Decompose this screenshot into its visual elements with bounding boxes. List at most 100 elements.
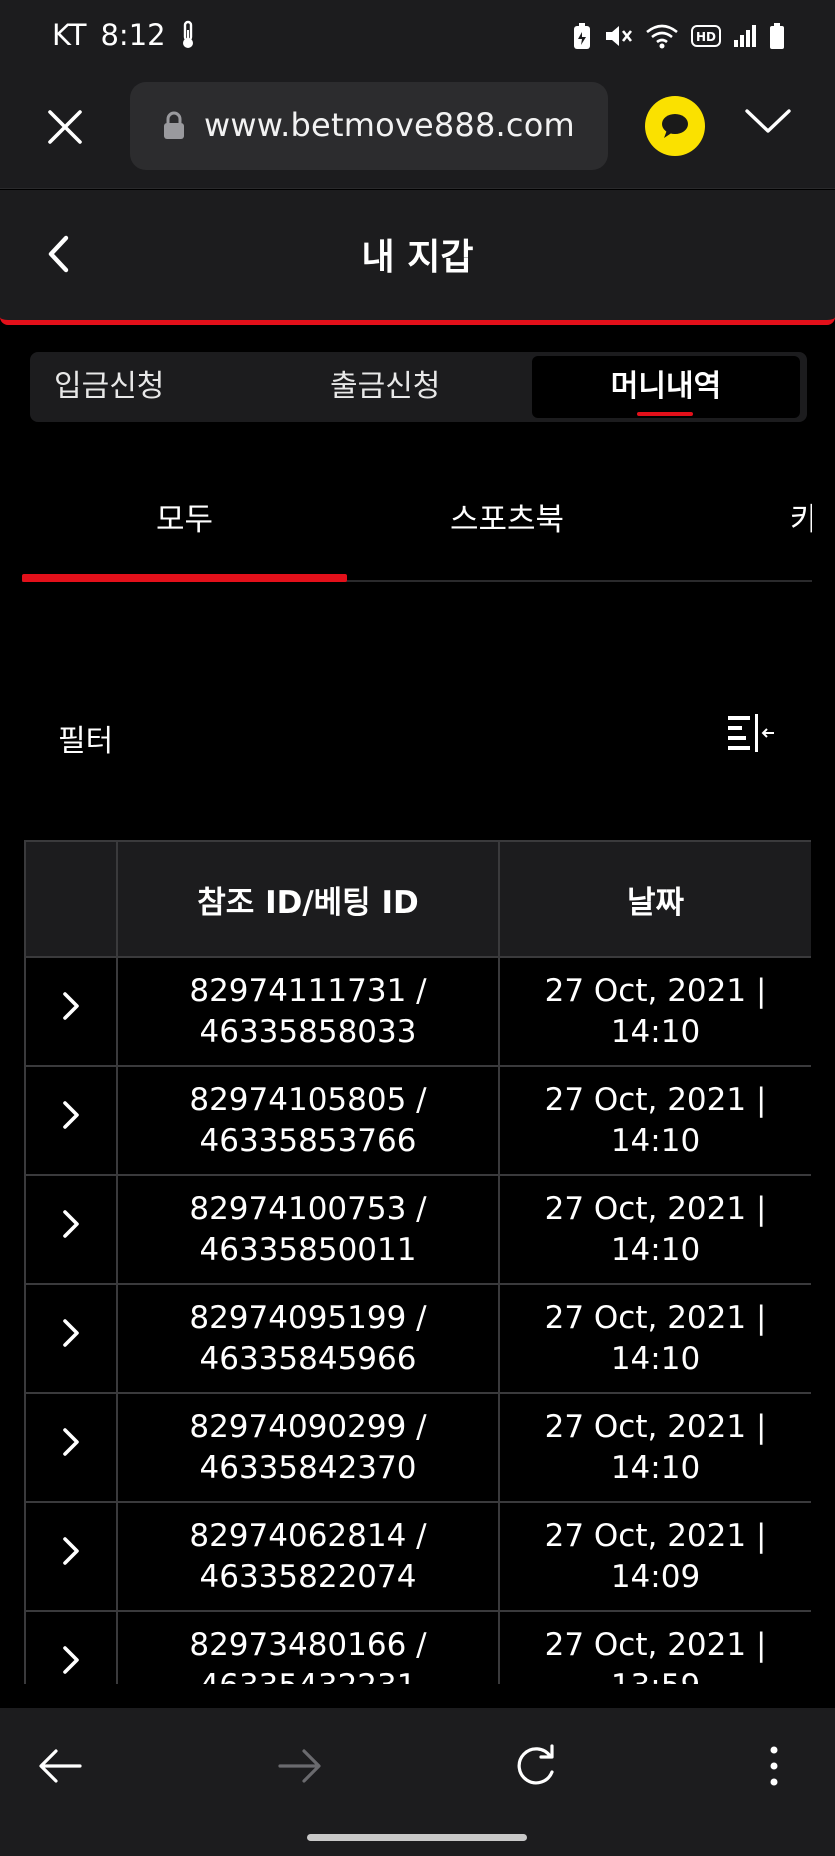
history-table: 참조 ID/베팅 ID 날짜 82974111731 / 46335858033 …	[24, 840, 811, 1684]
more-options-button[interactable]	[766, 1744, 782, 1792]
browser-toolbar: www.betmove888.com	[0, 76, 835, 189]
row-expand-button[interactable]	[24, 1392, 118, 1503]
row-expand-button[interactable]	[24, 1283, 118, 1394]
row-expand-button[interactable]	[24, 1501, 118, 1612]
row-expand-button[interactable]	[24, 1065, 118, 1176]
table-row[interactable]: 82974090299 / 46335842370 27 Oct, 2021 | 1…	[24, 1392, 811, 1503]
date-cell: 27 Oct, 2021 | 14:10	[498, 956, 811, 1067]
page-title: 내 지갑	[361, 237, 474, 278]
bet-id: 46335822074	[199, 1558, 417, 1595]
tab-withdraw-request[interactable]: 출금신청	[330, 356, 440, 418]
date: 27 Oct, 2021 |	[544, 1299, 767, 1336]
table-row[interactable]: 82973480166 / 46335432231 27 Oct, 2021 | 1…	[24, 1610, 811, 1685]
tab-money-history-label: 머니내역	[610, 369, 722, 404]
row-expand-button[interactable]	[24, 1610, 118, 1684]
clock: 8:12	[100, 18, 166, 52]
signal-icon	[734, 25, 756, 47]
tab-casino-partial[interactable]: 카	[790, 494, 812, 539]
money-history-table: 참조 ID/베팅 ID 날짜 82974111731 / 46335858033 …	[24, 840, 811, 1684]
ref-id: 82974105805 /	[189, 1081, 427, 1118]
tab-deposit-request[interactable]: 입금신청	[54, 356, 164, 418]
time: 13:59	[501, 1666, 810, 1685]
table-row[interactable]: 82974062814 / 46335822074 27 Oct, 2021 | 1…	[24, 1501, 811, 1612]
nav-forward-button[interactable]	[276, 1746, 324, 1790]
filter-label: 필터	[58, 724, 114, 759]
arrow-right-icon	[278, 1749, 321, 1783]
chevron-right-icon	[63, 992, 79, 1020]
hd-icon: HD	[691, 25, 721, 47]
status-bar: KT 8:12 HD	[0, 0, 835, 76]
row-expand-button[interactable]	[24, 956, 118, 1067]
date-cell: 27 Oct, 2021 | 14:10	[498, 1392, 811, 1503]
table-row[interactable]: 82974095199 / 46335845966 27 Oct, 2021 | 1…	[24, 1283, 811, 1394]
status-right: HD	[573, 22, 785, 50]
date: 27 Oct, 2021 |	[544, 1190, 767, 1227]
time: 14:10	[610, 1340, 701, 1377]
wallet-segment-tabs: 입금신청 출금신청 머니내역	[30, 352, 807, 422]
time: 14:10	[610, 1231, 701, 1268]
browser-bottom-nav	[0, 1708, 835, 1856]
date: 27 Oct, 2021 |	[544, 972, 767, 1009]
table-row[interactable]: 82974111731 / 46335858033 27 Oct, 2021 | 1…	[24, 956, 811, 1067]
chevron-right-icon	[63, 1646, 79, 1674]
filter-toggle-button[interactable]	[726, 712, 776, 760]
chevron-down-icon	[745, 109, 791, 133]
active-tab-indicator	[637, 412, 693, 416]
ref-bet-id-cell: 82974111731 / 46335858033	[116, 956, 500, 1067]
category-tabs: 모두 스포츠북 카	[22, 470, 812, 582]
table-row[interactable]: 82974100753 / 46335850011 27 Oct, 2021 | 1…	[24, 1174, 811, 1285]
more-vertical-icon	[770, 1746, 778, 1786]
nav-back-button[interactable]	[36, 1746, 84, 1790]
bet-id: 46335845966	[199, 1340, 417, 1377]
reload-icon	[517, 1744, 554, 1785]
carrier-label: KT	[52, 18, 87, 52]
kakao-chat-button[interactable]	[645, 96, 705, 156]
ref-id: 82974100753 /	[189, 1190, 427, 1227]
ref-bet-id-cell: 82974105805 / 46335853766	[116, 1065, 500, 1176]
close-icon	[48, 110, 82, 144]
chevron-right-icon	[63, 1319, 79, 1347]
url-bar[interactable]: www.betmove888.com	[130, 82, 608, 170]
svg-text:HD: HD	[696, 30, 716, 44]
chevron-right-icon	[63, 1210, 79, 1238]
ref-id: 82974111731 /	[189, 972, 427, 1009]
row-expand-button[interactable]	[24, 1174, 118, 1285]
date-cell: 27 Oct, 2021 | 14:10	[498, 1283, 811, 1394]
bet-id: 46335858033	[199, 1013, 417, 1050]
date-cell: 27 Oct, 2021 | 13:59	[498, 1610, 811, 1685]
mute-icon	[606, 26, 633, 46]
date-cell: 27 Oct, 2021 | 14:10	[498, 1174, 811, 1285]
browser-menu-button[interactable]	[744, 106, 792, 140]
battery-icon	[770, 23, 784, 49]
header-expand	[24, 840, 118, 958]
status-left: KT 8:12	[52, 18, 196, 52]
reload-button[interactable]	[512, 1742, 560, 1794]
table-row[interactable]: 82974105805 / 46335853766 27 Oct, 2021 | 1…	[24, 1065, 811, 1176]
time: 14:10	[610, 1122, 701, 1159]
tab-money-history[interactable]: 머니내역	[532, 356, 800, 418]
bet-id: 46335853766	[199, 1122, 417, 1159]
bet-id: 46335842370	[199, 1449, 417, 1486]
close-tab-button[interactable]	[42, 104, 88, 150]
date-cell: 27 Oct, 2021 | 14:09	[498, 1501, 811, 1612]
bet-id: 46335850011	[199, 1231, 417, 1268]
page-header: 내 지갑	[0, 190, 835, 325]
date: 27 Oct, 2021 |	[544, 1081, 767, 1118]
time: 14:10	[610, 1449, 701, 1486]
thermometer-icon	[182, 20, 193, 48]
home-indicator[interactable]	[307, 1834, 527, 1841]
tab-sportsbook[interactable]: 스포츠북	[450, 494, 564, 539]
ref-bet-id-cell: 82974090299 / 46335842370	[116, 1392, 500, 1503]
ref-id: 82973480166 /	[189, 1626, 427, 1663]
table-header-row: 참조 ID/베팅 ID 날짜	[24, 840, 811, 958]
filter-collapse-icon	[728, 714, 774, 752]
ref-bet-id-cell: 82974100753 / 46335850011	[116, 1174, 500, 1285]
date: 27 Oct, 2021 |	[544, 1408, 767, 1445]
ref-bet-id-cell: 82973480166 / 46335432231	[116, 1610, 500, 1684]
time: 14:10	[610, 1013, 701, 1050]
ref-id: 82974090299 /	[189, 1408, 427, 1445]
tab-all[interactable]: 모두	[156, 494, 213, 539]
battery-saver-icon	[574, 23, 590, 49]
url-text: www.betmove888.com	[204, 106, 575, 144]
date-cell: 27 Oct, 2021 | 14:10	[498, 1065, 811, 1176]
